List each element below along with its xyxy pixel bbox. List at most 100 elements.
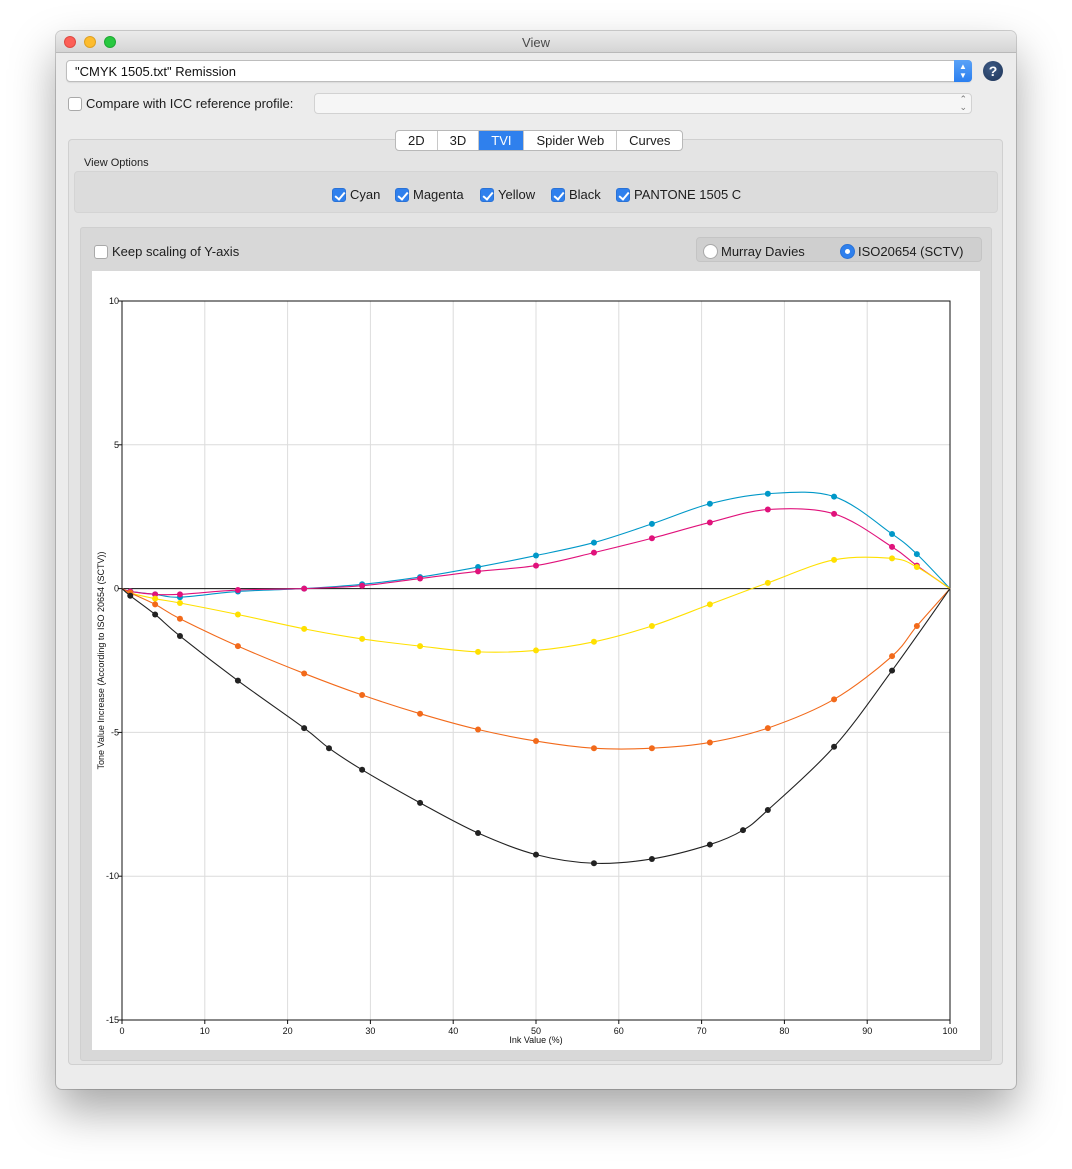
data-point — [706, 739, 713, 746]
radio-iso20654-label: ISO20654 (SCTV) — [858, 244, 964, 260]
data-point — [301, 585, 308, 592]
data-point — [590, 860, 597, 867]
view-tabs: 2D 3D TVI Spider Web Curves — [395, 130, 684, 151]
tab-2d[interactable]: 2D — [396, 131, 438, 150]
x-tick-label: 20 — [283, 1026, 293, 1036]
data-point — [831, 743, 838, 750]
data-point — [590, 638, 597, 645]
tab-curves[interactable]: Curves — [617, 131, 682, 150]
yellow-checkbox[interactable] — [480, 187, 494, 202]
data-point — [152, 601, 159, 608]
x-tick-label: 100 — [942, 1026, 957, 1036]
option-black[interactable]: Black — [551, 186, 601, 202]
help-button[interactable]: ? — [983, 61, 1003, 81]
data-point — [152, 611, 159, 618]
data-point — [648, 745, 655, 752]
data-point — [475, 568, 482, 575]
iso20654-radio[interactable] — [840, 244, 855, 260]
data-point — [301, 625, 308, 632]
data-point — [359, 635, 366, 642]
tvi-chart-svg: 0 10 20 30 40 50 60 70 80 90 1001050-5-10-15Ink Va… — [96, 296, 958, 1045]
x-tick-label: 80 — [779, 1026, 789, 1036]
data-point — [417, 799, 424, 806]
view-window: View "CMYK 1505.txt" Remission ▲ ▼ ? Comp… — [56, 31, 1016, 1089]
keep-scaling-row[interactable]: Keep scaling of Y-axis — [94, 243, 239, 259]
data-point — [127, 592, 134, 599]
keep-scaling-label: Keep scaling of Y-axis — [112, 244, 240, 260]
window-title: View — [522, 35, 550, 50]
radio-murray-davies-label: Murray Davies — [721, 244, 805, 260]
y-tick-label: 5 — [114, 440, 119, 450]
radio-murray-davies[interactable]: Murray Davies — [703, 243, 805, 260]
option-yellow[interactable]: Yellow — [480, 186, 535, 202]
view-options-heading: View Options — [84, 157, 149, 169]
data-point — [889, 555, 896, 562]
data-point — [359, 692, 366, 699]
data-point — [152, 595, 159, 602]
cyan-checkbox[interactable] — [332, 187, 346, 202]
data-point — [590, 745, 597, 752]
chevron-up-down-icon[interactable]: ▲ ▼ — [954, 60, 972, 82]
tab-3d[interactable]: 3D — [438, 131, 480, 150]
option-magenta[interactable]: Magenta — [395, 186, 464, 202]
compare-row: Compare with ICC reference profile: — [68, 95, 293, 113]
data-point — [831, 556, 838, 563]
option-magenta-label: Magenta — [413, 187, 464, 203]
title-bar[interactable]: View — [56, 31, 1016, 53]
data-point — [417, 710, 424, 717]
data-point — [176, 615, 183, 622]
tvi-chart: 0 10 20 30 40 50 60 70 80 90 100 10 5 0 -5 -10 -15 Ink Va… — [92, 271, 980, 1050]
option-yellow-label: Yellow — [498, 187, 536, 203]
option-cyan-label: Cyan — [350, 187, 381, 203]
murray-davies-radio[interactable] — [703, 244, 718, 260]
data-point — [648, 855, 655, 862]
data-point — [234, 643, 241, 650]
option-cyan[interactable]: Cyan — [332, 186, 380, 202]
pantone-checkbox[interactable] — [616, 187, 630, 202]
magenta-checkbox[interactable] — [395, 187, 409, 202]
data-point — [533, 552, 539, 559]
data-point — [648, 535, 655, 542]
data-point — [764, 807, 771, 814]
data-point — [234, 677, 241, 684]
data-point — [706, 601, 713, 608]
tab-tvi[interactable]: TVI — [479, 131, 525, 150]
data-point — [301, 670, 308, 677]
data-point — [475, 648, 482, 655]
x-tick-label: 40 — [448, 1026, 458, 1036]
data-point — [475, 726, 482, 733]
data-point — [706, 500, 713, 507]
data-point — [176, 599, 183, 606]
x-tick-label: 0 — [119, 1026, 124, 1036]
black-checkbox[interactable] — [551, 187, 565, 202]
data-point — [176, 591, 183, 598]
radio-iso20654[interactable]: ISO20654 (SCTV) — [840, 243, 964, 260]
data-point — [359, 766, 366, 773]
data-point — [913, 564, 920, 571]
data-point — [475, 830, 482, 837]
data-point — [234, 587, 241, 594]
measurement-source-select[interactable]: "CMYK 1505.txt" Remission ▲ ▼ — [66, 60, 972, 82]
y-tick-label: -10 — [106, 871, 119, 881]
data-point — [417, 575, 424, 582]
data-point — [889, 543, 896, 550]
data-point — [831, 696, 838, 703]
data-point — [301, 725, 308, 732]
data-point — [913, 622, 920, 629]
data-point — [533, 647, 539, 654]
data-point — [764, 506, 771, 513]
reference-profile-select[interactable]: ⌃ ⌄ — [314, 93, 972, 114]
option-pantone[interactable]: PANTONE 1505 C — [616, 186, 741, 202]
y-axis-title: Tone Value Increase (According to ISO 20… — [96, 552, 106, 770]
data-point — [359, 582, 366, 589]
keep-scaling-checkbox[interactable] — [94, 244, 108, 259]
data-point — [590, 549, 597, 556]
tab-spider-web[interactable]: Spider Web — [524, 131, 618, 150]
x-tick-label: 60 — [614, 1026, 624, 1036]
compare-label: Compare with ICC reference profile: — [86, 96, 294, 111]
compare-checkbox[interactable] — [68, 96, 82, 111]
view-options-box: Cyan Magenta Yellow Black PANTONE 1505 C — [74, 171, 998, 213]
data-point — [648, 622, 655, 629]
data-point — [417, 643, 424, 650]
data-point — [533, 738, 539, 745]
